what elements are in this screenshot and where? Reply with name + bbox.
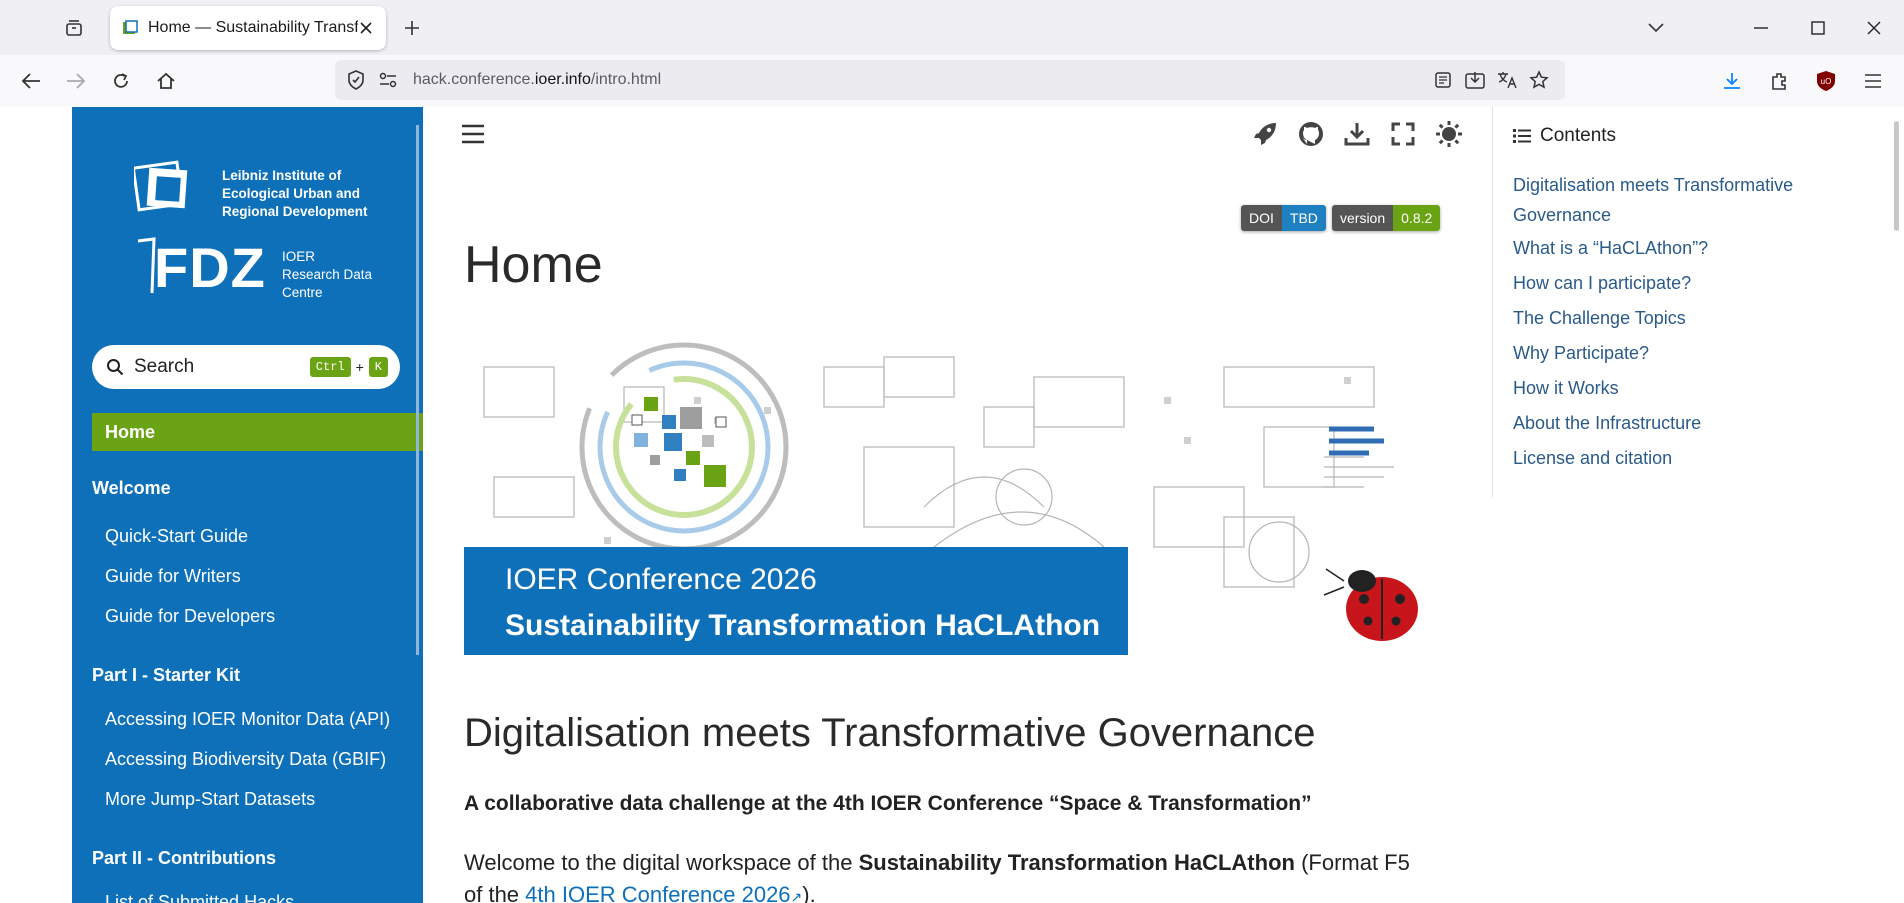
close-tab-icon[interactable] [356,18,376,38]
nav-item-quick-start-guide[interactable]: Quick-Start Guide [105,526,248,547]
list-all-tabs-icon[interactable] [1638,10,1674,46]
reader-view-icon[interactable] [1432,69,1454,91]
nav-item-ioer-monitor-api[interactable]: Accessing IOER Monitor Data (API) [105,709,390,730]
nav-caption-part2: Part II - Contributions [92,848,276,868]
navigation-toolbar: hack.conference.ioer.info/intro.html uO [0,55,1904,108]
minimize-icon[interactable] [1743,10,1779,46]
nav-caption-welcome: Welcome [92,478,171,498]
tracking-protection-icon[interactable] [345,69,367,91]
nav-item-guide-for-developers[interactable]: Guide for Developers [105,606,275,627]
tab-title: Home — Sustainability Transfor [148,19,358,36]
search-button[interactable]: Search Ctrl + K [92,345,400,389]
nav-caption-part1: Part I - Starter Kit [92,665,241,685]
launch-rocket-icon[interactable] [1250,119,1280,149]
org-name: Leibniz Institute of Ecological Urban an… [222,168,368,219]
ctrl-key: Ctrl [309,357,351,377]
reload-icon[interactable] [105,65,137,97]
primary-sidebar: Leibniz Institute of Ecological Urban an… [72,107,423,903]
toc-link-license-citation[interactable]: License and citation [1513,443,1843,473]
new-tab-icon[interactable] [398,14,426,42]
theme-toggle-icon[interactable] [1434,119,1464,149]
toggle-sidebar-icon[interactable] [458,119,488,149]
forward-icon[interactable] [60,65,92,97]
back-icon[interactable] [15,65,47,97]
app-menu-icon[interactable] [1857,65,1889,97]
svg-text:uO: uO [1821,77,1832,86]
download-icon[interactable] [1342,119,1372,149]
extensions-icon[interactable] [1763,65,1795,97]
list-icon [1513,129,1531,143]
toc-link-why-participate[interactable]: Why Participate? [1513,338,1843,368]
toc-title-text: Contents [1540,125,1617,146]
ublock-origin-icon[interactable]: uO [1810,65,1842,97]
search-shortcut: Ctrl + K [309,357,388,377]
welcome-paragraph: Welcome to the digital workspace of the … [464,847,1434,903]
nav-item-submitted-hacks[interactable]: List of Submitted Hacks [105,892,294,903]
search-placeholder: Search [134,356,195,377]
search-icon [107,359,124,376]
page-scrollbar[interactable] [1894,121,1899,231]
active-tab[interactable]: Home — Sustainability Transfor [110,6,386,50]
toc-link-how-it-works[interactable]: How it Works [1513,373,1843,403]
nav-item-guide-for-writers[interactable]: Guide for Writers [105,566,241,587]
maximize-icon[interactable] [1800,10,1836,46]
web-page: Leibniz Institute of Ecological Urban an… [0,107,1904,903]
doi-badge-value: TBD [1281,205,1326,231]
main-content: DOI TBD version 0.8.2 Home IOER Conferen… [462,107,1464,903]
version-badge-value: 0.8.2 [1393,205,1441,231]
nav-home-label: Home [105,421,156,442]
doi-badge-label: DOI [1241,205,1282,231]
fullscreen-icon[interactable] [1388,119,1418,149]
conference-link[interactable]: 4th IOER Conference 2026 [525,882,790,903]
site-permissions-icon[interactable] [377,69,399,91]
translate-icon[interactable] [1496,69,1518,91]
nav-item-home[interactable]: Home [92,413,423,451]
favicon-icon [123,20,138,34]
doi-badge[interactable]: DOI TBD [1241,205,1326,231]
sustainability-illustration [464,342,1418,655]
banner-line1: IOER Conference 2026 [505,563,817,596]
toc-link-what-is-haclathon[interactable]: What is a “HaCLAthon”? [1513,233,1843,263]
para-bold: Sustainability Transformation HaCLAthon [858,850,1295,875]
shortcut-plus: + [355,359,364,375]
toc-link-digitalisation[interactable]: Digitalisation meets Transformative Gove… [1513,170,1843,230]
window-close-icon[interactable] [1856,10,1892,46]
downloads-icon[interactable] [1716,65,1748,97]
para-text-1: Welcome to the digital workspace of the [464,850,859,875]
ladybug-icon [1323,568,1418,641]
github-icon[interactable] [1296,119,1326,149]
tab-list-icon[interactable] [60,14,88,42]
secondary-sidebar-toc: Contents Digitalisation meets Transforma… [1492,107,1893,497]
nav-item-jump-start-datasets[interactable]: More Jump-Start Datasets [105,789,315,810]
para-text-3: ). [802,882,816,903]
external-link-icon: ↗ [790,889,803,903]
fdz-wordmark: FDZ [154,236,266,299]
lead-text: A collaborative data challenge at the 4t… [464,792,1312,815]
url-text[interactable]: hack.conference.ioer.info/intro.html [413,71,661,89]
toc-link-how-participate[interactable]: How can I participate? [1513,268,1843,298]
section-heading: Digitalisation meets Transformative Gove… [464,711,1316,755]
home-icon[interactable] [150,65,182,97]
page-title: Home [464,236,603,294]
version-badge[interactable]: version 0.8.2 [1332,205,1441,231]
sidebar-scrollbar[interactable] [416,125,419,655]
toc-link-infrastructure[interactable]: About the Infrastructure [1513,408,1843,438]
bookmark-star-icon[interactable] [1528,69,1550,91]
nav-item-biodiversity-gbif[interactable]: Accessing Biodiversity Data (GBIF) [105,749,386,770]
fdz-name: IOER Research Data Centre [282,249,373,300]
toc-link-challenge-topics[interactable]: The Challenge Topics [1513,303,1843,333]
address-bar[interactable]: hack.conference.ioer.info/intro.html [335,60,1565,100]
banner-line2: Sustainability Transformation HaCLAthon [505,609,1101,642]
k-key: K [368,357,388,377]
toc-title: Contents [1513,125,1616,147]
tab-strip: Home — Sustainability Transfor [0,0,1904,55]
version-badge-label: version [1332,205,1394,231]
save-page-icon[interactable] [1464,69,1486,91]
conference-banner: IOER Conference 2026 Sustainability Tran… [464,337,1424,655]
